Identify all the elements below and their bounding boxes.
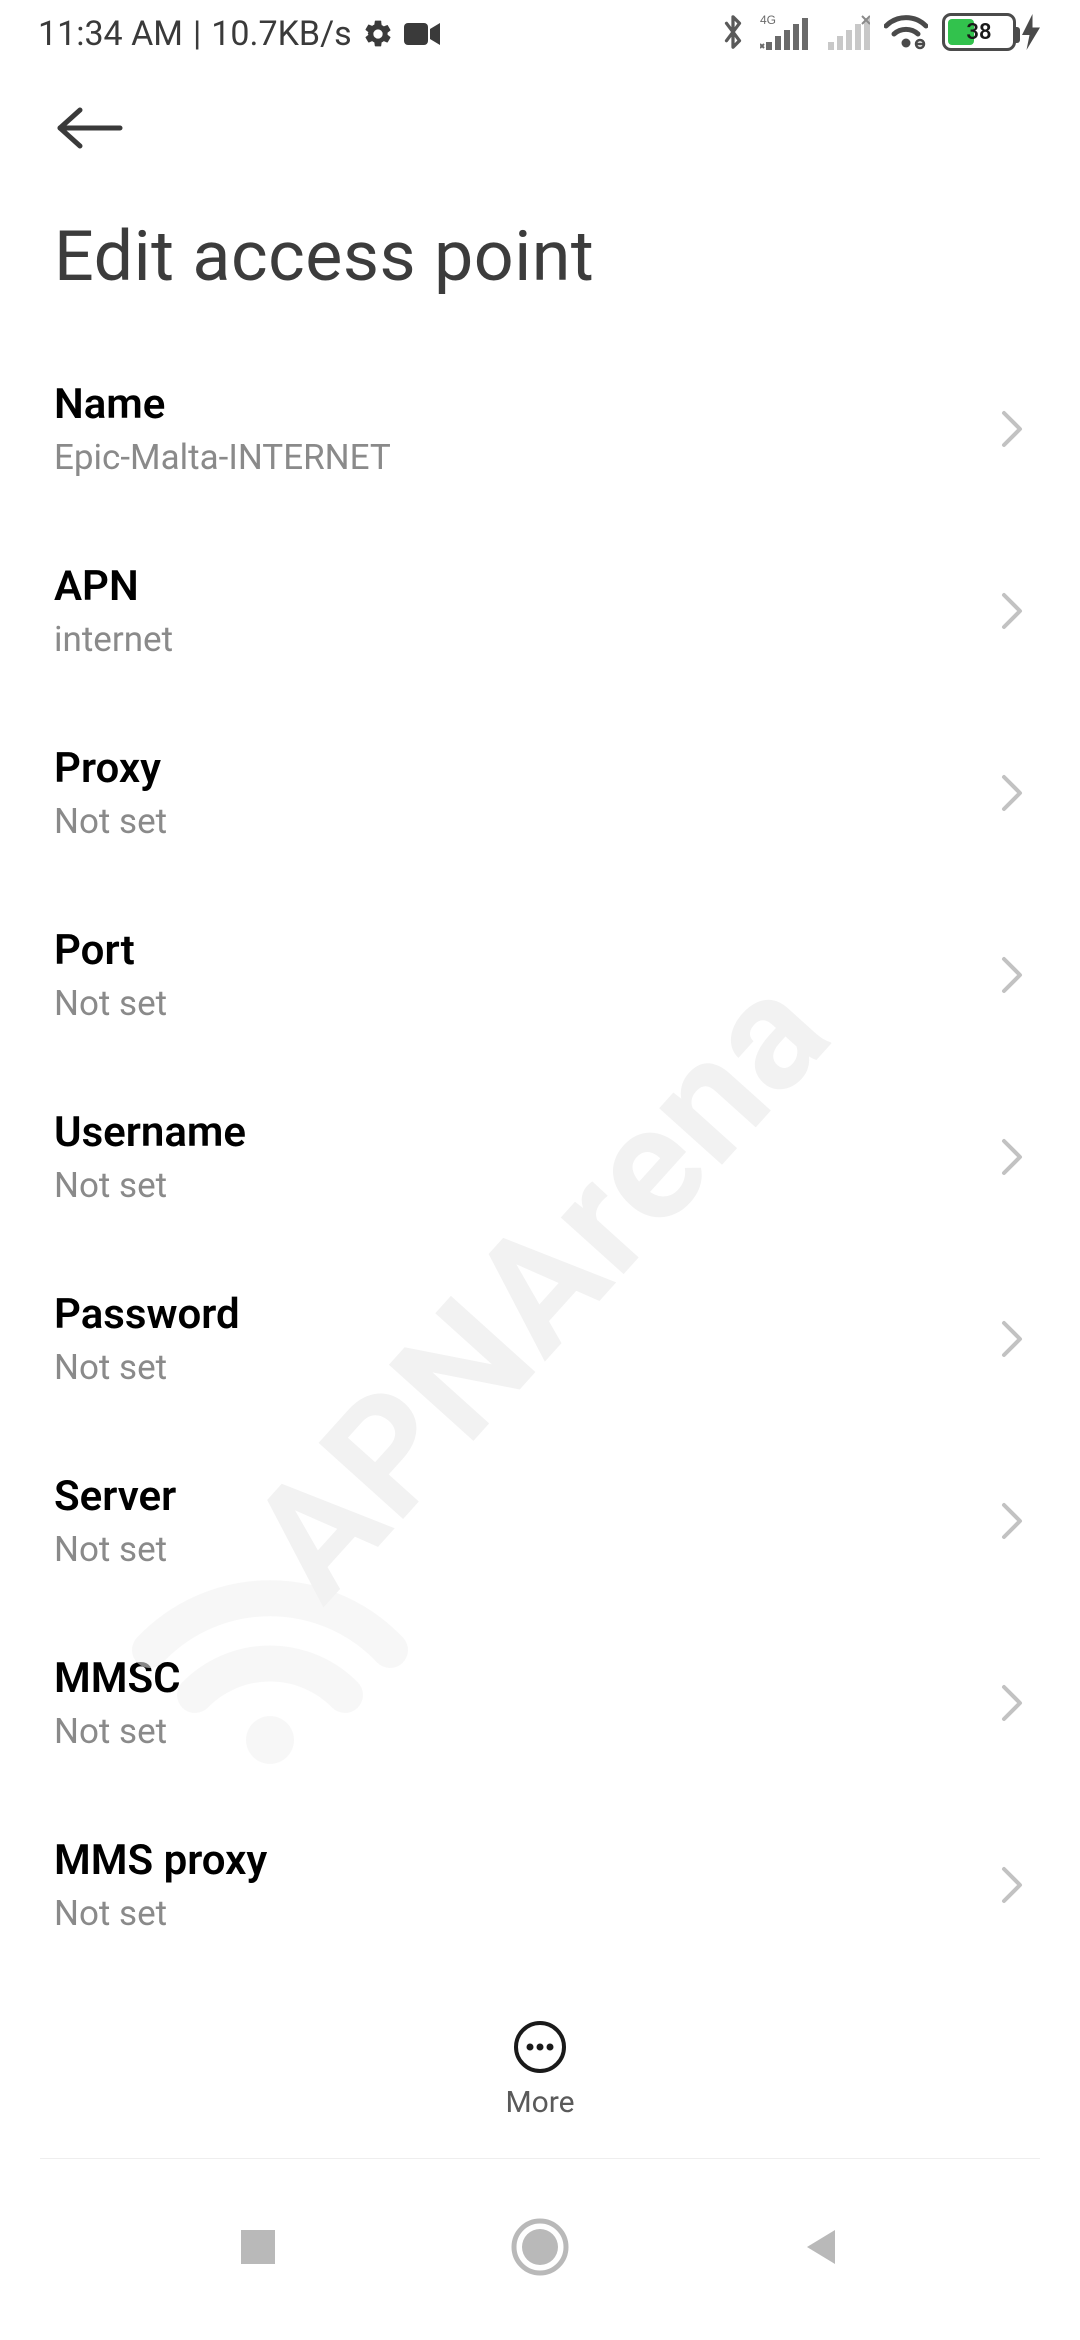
field-value: Not set (54, 1893, 267, 1934)
field-label: Proxy (54, 744, 167, 793)
field-mmsc[interactable]: MMSC Not set (54, 1612, 1026, 1794)
status-separator: | (193, 14, 201, 54)
chevron-right-icon (998, 1135, 1026, 1179)
gear-icon (362, 18, 394, 50)
android-nav-bar (0, 2154, 1080, 2340)
field-label: Username (54, 1108, 246, 1157)
chevron-right-icon (998, 1863, 1026, 1907)
field-proxy[interactable]: Proxy Not set (54, 702, 1026, 884)
charging-bolt-icon (1022, 14, 1040, 50)
field-value: Not set (54, 1347, 240, 1388)
nav-home-button[interactable] (510, 2217, 570, 2277)
bluetooth-icon (720, 12, 746, 52)
field-label: Server (54, 1472, 176, 1521)
field-label: Port (54, 926, 167, 975)
field-password[interactable]: Password Not set (54, 1248, 1026, 1430)
field-port[interactable]: Port Not set (54, 884, 1026, 1066)
field-apn[interactable]: APN internet (54, 520, 1026, 702)
status-net-speed: 10.7KB/s (211, 14, 351, 54)
field-label: MMSC (54, 1654, 181, 1703)
field-label: Password (54, 1290, 240, 1339)
nav-recent-button[interactable] (235, 2224, 281, 2270)
back-button[interactable] (54, 102, 1026, 154)
signal-4g-icon: 4G (760, 12, 808, 52)
chevron-right-icon (998, 589, 1026, 633)
field-value: Not set (54, 1711, 181, 1752)
more-button[interactable]: More (505, 2019, 574, 2120)
more-label: More (505, 2085, 574, 2120)
svg-text:4G: 4G (760, 13, 776, 27)
status-time: 11:34 AM (38, 14, 183, 54)
chevron-right-icon (998, 407, 1026, 451)
scroll-fade (0, 1934, 1080, 1984)
signal-empty-icon (822, 12, 870, 52)
status-right: 4G (720, 12, 1040, 52)
field-value: Not set (54, 801, 167, 842)
field-value: internet (54, 619, 173, 660)
field-server[interactable]: Server Not set (54, 1430, 1026, 1612)
nav-back-button[interactable] (799, 2224, 845, 2270)
page-title: Edit access point (0, 154, 1080, 338)
field-name[interactable]: Name Epic-Malta-INTERNET (54, 338, 1026, 520)
status-bar: 11:34 AM | 10.7KB/s 4G (0, 0, 1080, 66)
chevron-right-icon (998, 1499, 1026, 1543)
bottom-action-bar: More (0, 1984, 1080, 2154)
battery-percent: 38 (945, 20, 1013, 45)
video-camera-icon (404, 21, 440, 47)
chevron-right-icon (998, 953, 1026, 997)
field-label: Name (54, 380, 391, 429)
wifi-icon (884, 14, 928, 50)
chevron-right-icon (998, 771, 1026, 815)
more-icon (512, 2019, 568, 2075)
field-value: Not set (54, 1529, 176, 1570)
field-mms-proxy[interactable]: MMS proxy Not set (54, 1794, 1026, 1944)
chevron-right-icon (998, 1681, 1026, 1725)
battery-indicator: 38 (942, 13, 1040, 51)
chevron-right-icon (998, 1317, 1026, 1361)
status-left: 11:34 AM | 10.7KB/s (38, 14, 440, 54)
field-label: MMS proxy (54, 1836, 267, 1885)
field-label: APN (54, 562, 173, 611)
field-value: Not set (54, 1165, 246, 1206)
field-username[interactable]: Username Not set (54, 1066, 1026, 1248)
field-value: Not set (54, 983, 167, 1024)
field-value: Epic-Malta-INTERNET (54, 437, 391, 478)
settings-list: Name Epic-Malta-INTERNET APN internet Pr… (0, 338, 1080, 1944)
